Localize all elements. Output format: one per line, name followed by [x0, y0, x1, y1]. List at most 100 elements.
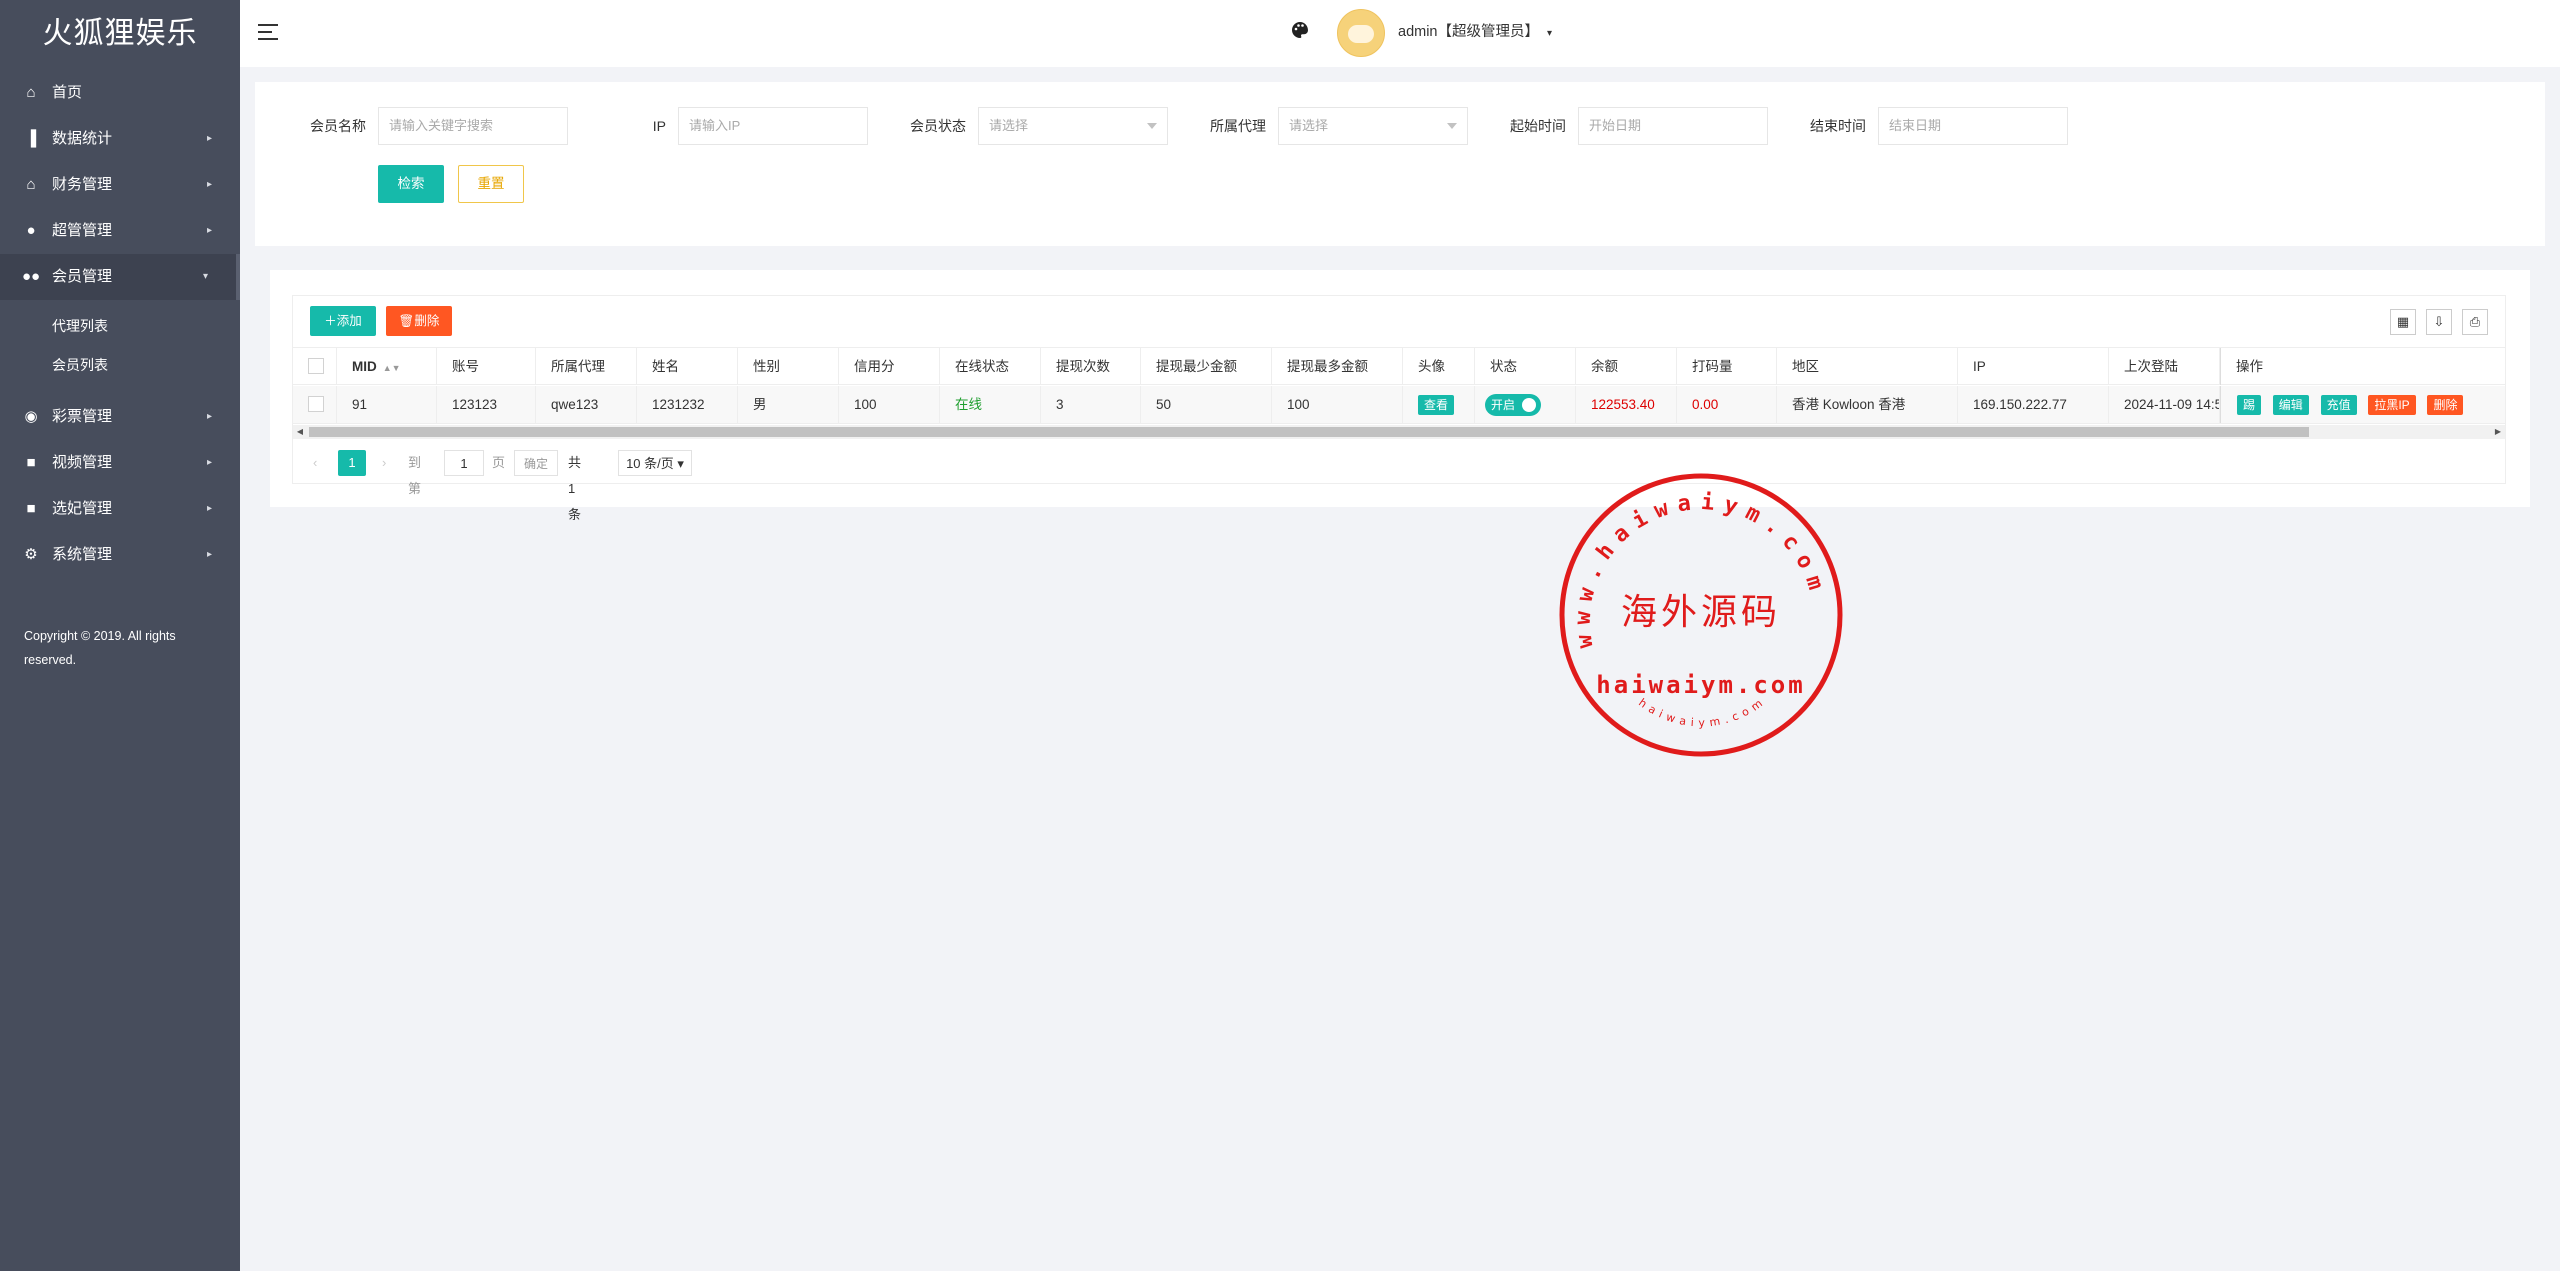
- plus-icon: ＋: [324, 314, 337, 328]
- chevron-right-icon: ▸: [206, 457, 212, 468]
- chevron-right-icon: ▸: [206, 411, 212, 422]
- col-balance: 余额: [1576, 348, 1677, 385]
- cell-name: 1231232: [637, 386, 738, 423]
- export-icon[interactable]: ⇩: [2426, 309, 2452, 335]
- recharge-button[interactable]: 充值: [2320, 395, 2357, 416]
- bank-icon: ⌂: [26, 176, 36, 193]
- sidebar-subitem-members[interactable]: 会员列表: [0, 346, 240, 385]
- agent-label: 所属代理: [1210, 118, 1266, 134]
- delete-row-button[interactable]: 删除: [2427, 395, 2464, 416]
- scroll-right-icon[interactable]: ▶: [2491, 425, 2505, 439]
- page-current[interactable]: 1: [338, 450, 366, 476]
- add-button[interactable]: ＋添加: [310, 306, 376, 336]
- menu-toggle-icon[interactable]: [258, 24, 278, 42]
- stamp-bottom-arc: haiwaiym.com: [1636, 694, 1764, 730]
- col-gender: 性别: [738, 348, 839, 385]
- page-input[interactable]: 1: [444, 450, 484, 476]
- total-count: 共 1 条: [568, 455, 582, 522]
- blacklist-ip-button[interactable]: 拉黑IP: [2368, 395, 2416, 416]
- cell-mid: 91: [337, 386, 437, 423]
- user-menu[interactable]: admin【超级管理员】 ▾: [1398, 0, 1552, 67]
- row-checkbox-cell[interactable]: [293, 386, 337, 423]
- table-row: 91 123123 qwe123 1231232 男 100 在线 3 50 1…: [293, 386, 2505, 424]
- confirm-page-button[interactable]: 确定: [514, 450, 558, 476]
- video-icon: ■: [26, 500, 36, 517]
- copyright-text: Copyright © 2019. All rights reserved.: [24, 629, 176, 667]
- ip-input[interactable]: 请输入IP: [678, 107, 868, 145]
- sidebar-item-stats[interactable]: ▐ 数据统计 ▸: [0, 116, 240, 162]
- sort-icon[interactable]: ▲▼: [383, 363, 401, 373]
- search-button[interactable]: 检索: [378, 165, 444, 203]
- scroll-left-icon[interactable]: ◀: [293, 425, 307, 439]
- stamp-domain-text: haiwaiym.com: [1596, 671, 1805, 699]
- sidebar-item-label: 会员管理: [52, 268, 113, 285]
- table-header: MID ▲▼ 账号 所属代理 姓名 性别 信用分 在线状态 提现次数 提现最少金额…: [293, 347, 2505, 385]
- select-all-checkbox[interactable]: [308, 358, 324, 375]
- columns-filter-icon[interactable]: ▦: [2390, 309, 2416, 335]
- sidebar-subitem-agents[interactable]: 代理列表: [0, 307, 240, 346]
- print-icon[interactable]: ⎙: [2462, 309, 2488, 335]
- user-icon: ●: [26, 222, 36, 239]
- cell-withdraw-count: 3: [1041, 386, 1141, 423]
- user-name: admin【超级管理员】: [1398, 24, 1539, 40]
- next-page-icon[interactable]: ›: [382, 450, 386, 476]
- sidebar-item-members[interactable]: ●● 会员管理 ▾: [0, 254, 240, 300]
- delete-button[interactable]: 🗑删除: [386, 306, 452, 336]
- col-online: 在线状态: [940, 348, 1041, 385]
- col-credit: 信用分: [839, 348, 940, 385]
- stamp-center-text: 海外源码: [1621, 592, 1781, 633]
- cell-bet-volume: 0.00: [1677, 386, 1777, 423]
- sidebar-item-label: 彩票管理: [52, 408, 113, 425]
- reset-button[interactable]: 重置: [458, 165, 524, 203]
- col-withdraw-min: 提现最少金额: [1141, 348, 1272, 385]
- sidebar-item-label: 首页: [52, 84, 83, 101]
- col-bet-volume: 打码量: [1677, 348, 1777, 385]
- horizontal-scrollbar[interactable]: ◀ ▶: [293, 425, 2505, 439]
- row-checkbox[interactable]: [308, 396, 324, 413]
- cell-agent: qwe123: [536, 386, 637, 423]
- status-toggle[interactable]: 开启: [1485, 394, 1541, 417]
- sidebar-item-superadmin[interactable]: ● 超管管理 ▸: [0, 208, 240, 254]
- watermark-stamp: www.haiwaiym.com 海外源码 haiwaiym.com haiwa…: [1559, 473, 1843, 757]
- col-mid[interactable]: MID ▲▼: [337, 348, 437, 385]
- chevron-right-icon: ▸: [206, 503, 212, 514]
- cell-region: 香港 Kowloon 香港: [1777, 386, 1958, 423]
- sidebar-item-selection[interactable]: ■ 选妃管理 ▸: [0, 486, 240, 532]
- member-name-input[interactable]: 请输入关键字搜索: [378, 107, 568, 145]
- sidebar-item-system[interactable]: ⚙ 系统管理 ▸: [0, 532, 240, 578]
- page-size-select[interactable]: 10 条/页 ▾: [618, 450, 692, 476]
- palette-icon[interactable]: [1290, 20, 1310, 40]
- sidebar-item-video[interactable]: ■ 视频管理 ▸: [0, 440, 240, 486]
- scrollbar-thumb[interactable]: [309, 427, 2309, 437]
- col-account: 账号: [437, 348, 536, 385]
- cell-withdraw-max: 100: [1272, 386, 1403, 423]
- cell-balance: 122553.40: [1576, 386, 1677, 423]
- cell-account: 123123: [437, 386, 536, 423]
- sidebar-item-lottery[interactable]: ◉ 彩票管理 ▸: [0, 394, 240, 440]
- start-time-label: 起始时间: [1510, 118, 1566, 134]
- page-size-value: 10 条/页: [626, 456, 674, 471]
- member-status-select[interactable]: 请选择: [978, 107, 1168, 145]
- col-agent: 所属代理: [536, 348, 637, 385]
- chevron-right-icon: ▸: [206, 549, 212, 560]
- ip-label: IP: [652, 118, 666, 134]
- agent-select[interactable]: 请选择: [1278, 107, 1468, 145]
- end-time-label: 结束时间: [1810, 118, 1866, 134]
- cell-gender: 男: [738, 386, 839, 423]
- avatar[interactable]: [1337, 9, 1385, 57]
- kick-button[interactable]: 踢: [2237, 395, 2262, 416]
- view-avatar-button[interactable]: 查看: [1418, 395, 1455, 416]
- prev-page-icon[interactable]: ‹: [313, 450, 317, 476]
- col-last-login: 上次登陆: [2109, 348, 2220, 385]
- col-region: 地区: [1777, 348, 1958, 385]
- start-date-input[interactable]: 开始日期: [1578, 107, 1768, 145]
- app-logo: 火狐狸娱乐: [42, 16, 198, 51]
- end-date-input[interactable]: 结束日期: [1878, 107, 2068, 145]
- sidebar-item-finance[interactable]: ⌂ 财务管理 ▸: [0, 162, 240, 208]
- col-actions: 操作: [2220, 348, 2505, 385]
- edit-button[interactable]: 编辑: [2272, 395, 2309, 416]
- sidebar-item-home[interactable]: ⌂ 首页: [0, 70, 240, 116]
- cell-online: 在线: [940, 386, 1041, 423]
- users-icon: ●●: [22, 268, 41, 285]
- select-all-checkbox-cell[interactable]: [293, 348, 337, 385]
